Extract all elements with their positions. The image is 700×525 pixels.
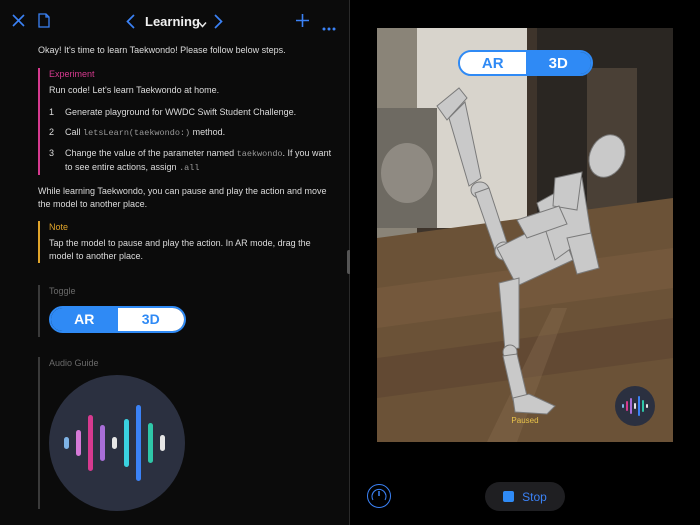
live-toggle-3d-option[interactable]: 3D <box>525 52 591 74</box>
list-item: 2 Call letsLearn(taekwondo:) method. <box>49 127 226 138</box>
plus-icon[interactable] <box>296 14 309 31</box>
note-text: Tap the model to pause and play the acti… <box>49 238 311 261</box>
note-title: Note <box>49 222 69 232</box>
list-item: 3 Change the value of the parameter name… <box>49 148 332 173</box>
waveform-icon <box>64 405 165 481</box>
ar-3d-toggle[interactable]: AR 3D <box>49 306 186 333</box>
audio-guide-mini-button[interactable] <box>615 386 655 426</box>
toggle-ar-option[interactable]: AR <box>51 308 118 331</box>
body-paragraph: While learning Taekwondo, you can pause … <box>38 186 327 209</box>
instructions-pane: Learning Okay! It's time to learn Taekwo… <box>0 0 349 525</box>
page-title[interactable]: Learning <box>145 14 200 29</box>
more-icon[interactable] <box>322 19 336 35</box>
toggle-3d-option[interactable]: 3D <box>117 308 184 331</box>
close-icon[interactable] <box>12 14 25 31</box>
audio-guide-label: Audio Guide <box>49 358 99 368</box>
audio-guide-button[interactable] <box>49 375 185 511</box>
live-toggle-ar-option[interactable]: AR <box>460 52 526 74</box>
toggle-section: Toggle AR 3D <box>38 285 333 337</box>
experiment-callout: Experiment Run code! Let's learn Taekwon… <box>38 68 333 175</box>
chevron-right-icon[interactable] <box>214 14 223 33</box>
toggle-section-label: Toggle <box>49 286 76 296</box>
note-callout: Note Tap the model to pause and play the… <box>38 221 333 263</box>
stop-button-label: Stop <box>522 489 547 504</box>
audio-guide-section: Audio Guide <box>38 357 333 511</box>
experiment-title: Experiment <box>49 69 95 79</box>
list-item: 1 Generate playground for WWDC Swift Stu… <box>49 107 297 117</box>
waveform-icon <box>622 396 648 416</box>
chevron-down-icon[interactable] <box>198 16 207 32</box>
ar-camera-view[interactable]: AR 3D Paused <box>377 28 673 442</box>
instructions-content: Okay! It's time to learn Taekwondo! Plea… <box>38 44 333 511</box>
code-snippet: letsLearn(taekwondo:) <box>83 128 191 138</box>
experiment-lead: Run code! Let's learn Taekwondo at home. <box>49 85 220 95</box>
code-snippet: taekwondo <box>236 149 283 159</box>
code-snippet: .all <box>179 163 200 173</box>
speedometer-icon[interactable] <box>367 484 391 508</box>
steps-list: 1 Generate playground for WWDC Swift Stu… <box>49 106 333 175</box>
stop-icon <box>503 491 515 502</box>
live-view-ar-3d-toggle[interactable]: AR 3D <box>458 50 593 76</box>
document-icon[interactable] <box>38 13 50 32</box>
intro-text: Okay! It's time to learn Taekwondo! Plea… <box>38 45 286 55</box>
chevron-left-icon[interactable] <box>126 14 135 33</box>
mannequin-model[interactable] <box>377 28 673 442</box>
stop-button[interactable]: Stop <box>485 482 565 511</box>
